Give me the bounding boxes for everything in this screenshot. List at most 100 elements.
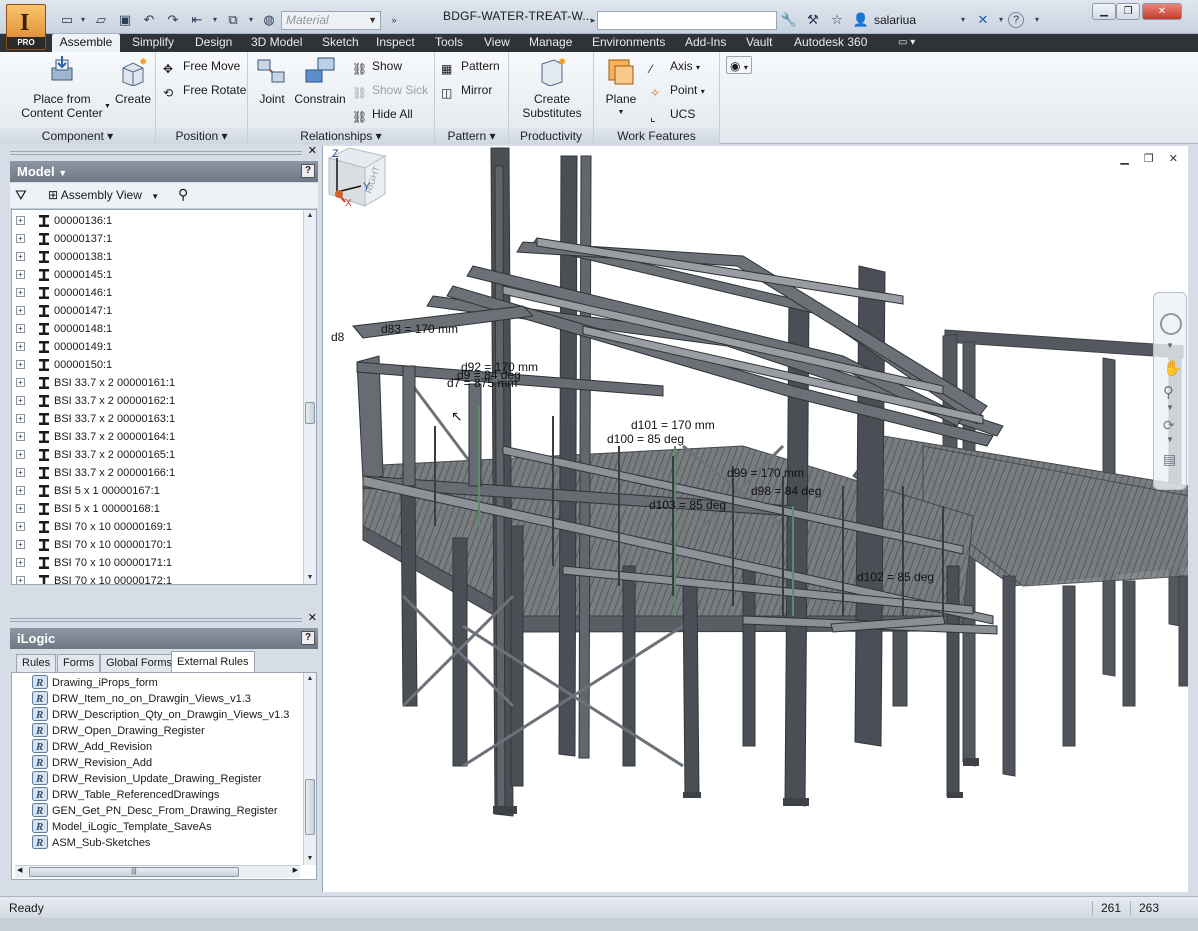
exchange-x-icon[interactable]: ✕ (974, 11, 992, 29)
help-dropdown-icon[interactable]: ▾ (1028, 11, 1046, 29)
constrain-button[interactable]: Constrain (292, 56, 348, 106)
rule-item[interactable]: R DRW_Open_Drawing_Register (32, 723, 205, 739)
tab-simplify[interactable]: Simplify (132, 34, 174, 52)
close-button[interactable]: ✕ (1142, 3, 1182, 20)
show-button[interactable]: ⛓ Show (352, 57, 402, 76)
pattern-button[interactable]: ▦ Pattern (441, 57, 500, 76)
expand-icon[interactable]: + (16, 252, 25, 261)
scroll-up-icon[interactable]: ▲ (304, 673, 316, 685)
tab-vault[interactable]: Vault (746, 34, 772, 52)
expand-icon[interactable]: + (16, 288, 25, 297)
free-move-button[interactable]: ✥ Free Move (163, 57, 240, 76)
tab-add-ins[interactable]: Add-Ins (685, 34, 726, 52)
expand-icon[interactable]: + (16, 504, 25, 513)
expand-icon[interactable]: + (16, 306, 25, 315)
tab-autodesk-360[interactable]: Autodesk 360 (794, 34, 867, 52)
scroll-left-icon[interactable]: ◀ (17, 866, 22, 874)
tab-forms[interactable]: Forms (57, 654, 101, 673)
search-input[interactable] (597, 11, 777, 30)
scroll-thumb[interactable] (305, 402, 315, 424)
redo-icon[interactable]: ↷ (164, 11, 182, 29)
viewport-window-controls[interactable]: ▁ ❐ ✕ (1120, 152, 1184, 165)
free-rotate-button[interactable]: ⟲ Free Rotate (163, 81, 246, 100)
tab-tools[interactable]: Tools (435, 34, 463, 52)
ribbon-minimize-icon[interactable]: ▭ ▾ (898, 34, 915, 52)
orbit-dropdown-icon[interactable]: ▼ (1166, 435, 1174, 444)
dimension-label[interactable]: d102 = 85 deg (857, 570, 934, 584)
ilogic-panel-grip[interactable]: ✕ (10, 612, 318, 625)
expand-icon[interactable]: + (16, 324, 25, 333)
expand-icon[interactable]: + (16, 378, 25, 387)
update-dropdown-icon[interactable]: ▾ (242, 11, 260, 29)
find-binoculars-icon[interactable]: ⚲ (178, 186, 188, 203)
joint-button[interactable]: Joint (254, 56, 290, 106)
position-group-footer[interactable]: Position ▾ (156, 128, 247, 144)
scroll-down-icon[interactable]: ▼ (304, 572, 316, 584)
dimension-label[interactable]: d101 = 170 mm (631, 418, 715, 432)
create-component-button[interactable]: ✸ Create (112, 56, 154, 106)
expand-icon[interactable]: + (16, 396, 25, 405)
graphics-viewport[interactable]: ▁ ❐ ✕ RIGHT ▼ ✋ ⚲ ▼ ⟳ ▼ ▤ d83 = 170 mm d… (322, 146, 1188, 892)
dimension-label[interactable]: d8 (331, 330, 344, 344)
save-icon[interactable]: ▣ (116, 11, 134, 29)
new-dropdown-icon[interactable]: ▾ (74, 11, 92, 29)
qat-expand-icon[interactable]: » (385, 11, 403, 29)
scroll-right-icon[interactable]: ▶ (293, 866, 298, 874)
create-substitutes-button[interactable]: ✸ Create Substitutes (515, 56, 589, 120)
ucs-button[interactable]: ⌞ UCS (650, 105, 695, 124)
search-icon[interactable]: 🔧 (780, 11, 798, 29)
expand-icon[interactable]: + (16, 414, 25, 423)
help-icon[interactable]: ? (301, 164, 315, 178)
filter-icon[interactable]: ⛛ (15, 187, 27, 204)
material-dropdown[interactable]: Material ▼ (281, 11, 381, 30)
user-icon[interactable]: 👤 (852, 11, 870, 29)
undo-icon[interactable]: ↶ (140, 11, 158, 29)
show-sick-button[interactable]: ⛓ Show Sick (352, 81, 428, 100)
close-icon[interactable]: ✕ (308, 144, 317, 157)
rule-item[interactable]: R DRW_Description_Qty_on_Drawgin_Views_v1… (32, 707, 289, 723)
zoom-icon[interactable]: ⚲ (1163, 383, 1174, 401)
look-at-icon[interactable]: ▤ (1163, 451, 1176, 468)
close-icon[interactable]: ✕ (308, 611, 317, 624)
rule-item[interactable]: R GEN_Get_PN_Desc_From_Drawing_Register (32, 803, 278, 819)
assembly-view-dropdown[interactable]: ⊞ Assembly View ▼ (48, 188, 159, 202)
mirror-button[interactable]: ◫ Mirror (441, 81, 492, 100)
rule-item[interactable]: R DRW_Item_no_on_Drawgin_Views_v1.3 (32, 691, 251, 707)
dimension-label[interactable]: d83 = 170 mm (381, 322, 458, 336)
subscription-icon[interactable]: ⚒ (804, 11, 822, 29)
user-name[interactable]: salariua (874, 13, 916, 27)
model-panel-header[interactable]: Model ▼ ? (10, 161, 318, 182)
open-file-icon[interactable]: ▱ (92, 11, 110, 29)
return-icon[interactable]: ⇤ (188, 11, 206, 29)
expand-icon[interactable]: + (16, 468, 25, 477)
help-icon[interactable]: ? (301, 631, 315, 645)
dimension-label[interactable]: d100 = 85 deg (607, 432, 684, 446)
productivity-group-footer[interactable]: Productivity (509, 128, 593, 144)
rule-item[interactable]: R ASM_Sub-Sketches (32, 835, 150, 851)
plane-button[interactable]: Plane ▼ (600, 56, 642, 120)
expand-icon[interactable]: + (16, 558, 25, 567)
tab-environments[interactable]: Environments (592, 34, 665, 52)
steel-structure-model[interactable] (323, 146, 1188, 892)
expand-icon[interactable]: + (16, 360, 25, 369)
update-icon[interactable]: ⧉ (224, 11, 242, 29)
expand-icon[interactable]: + (16, 432, 25, 441)
user-dropdown-icon[interactable]: ▾ (954, 11, 972, 29)
orbit-icon[interactable]: ⟳ (1163, 417, 1175, 434)
tab-manage[interactable]: Manage (529, 34, 572, 52)
rule-item[interactable]: R Model_iLogic_Template_SaveAs (32, 819, 212, 835)
expand-icon[interactable]: + (16, 450, 25, 459)
pan-hand-icon[interactable]: ✋ (1163, 359, 1182, 377)
ilogic-panel-header[interactable]: iLogic ? (10, 628, 318, 649)
expand-icon[interactable]: + (16, 486, 25, 495)
scroll-thumb[interactable] (305, 779, 315, 835)
tab-assemble[interactable]: Assemble (52, 34, 120, 52)
place-from-content-center-button[interactable]: Place from Content Center ▼ (16, 56, 111, 120)
component-group-footer[interactable]: Component ▾ (0, 128, 155, 144)
expand-icon[interactable]: + (16, 540, 25, 549)
tab-3d-model[interactable]: 3D Model (251, 34, 302, 52)
axis-button[interactable]: ⁄ Axis ▾ (650, 57, 700, 76)
dimension-label[interactable]: d99 = 170 mm (727, 466, 804, 480)
expand-icon[interactable]: + (16, 576, 25, 584)
work-features-group-footer[interactable]: Work Features (594, 128, 719, 144)
